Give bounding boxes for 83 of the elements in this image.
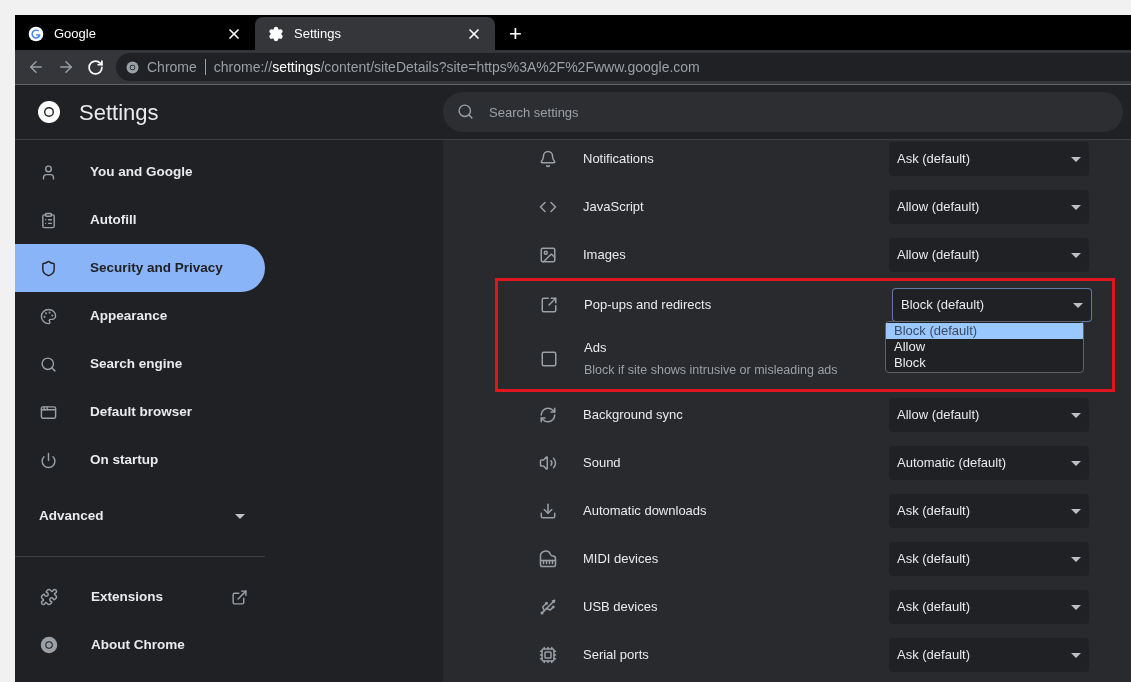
search-field[interactable]: Search settings <box>443 92 1123 132</box>
usb-icon <box>539 598 557 616</box>
permission-select[interactable]: Ask (default) <box>889 542 1089 576</box>
back-icon[interactable] <box>27 58 45 76</box>
permission-label: USB devices <box>583 598 658 617</box>
caret-icon <box>1071 412 1081 418</box>
caret-icon <box>1071 156 1081 162</box>
reload-icon[interactable] <box>87 58 104 76</box>
caret-icon <box>1071 460 1081 466</box>
permission-label: Images <box>583 246 626 265</box>
forward-icon[interactable] <box>57 58 75 76</box>
permission-select[interactable]: Ask (default) <box>889 142 1089 176</box>
chrome-logo-icon <box>40 636 58 654</box>
power-icon <box>40 451 57 469</box>
advanced-toggle[interactable]: Advanced <box>15 492 265 540</box>
permission-label: MIDI devices <box>583 550 659 569</box>
page-title: Settings <box>79 98 159 127</box>
sidebar-item[interactable]: Autofill <box>15 196 265 244</box>
window-icon <box>540 350 558 368</box>
chip-icon <box>539 646 557 664</box>
person-icon <box>40 163 57 181</box>
dropdown-option[interactable]: Block (default) <box>886 323 1083 339</box>
permission-label: Serial ports <box>583 646 649 665</box>
palette-icon <box>40 307 57 325</box>
sidebar-item[interactable]: Extensions <box>15 573 265 621</box>
download-icon <box>539 502 557 520</box>
caret-icon <box>1073 302 1083 308</box>
permission-select[interactable]: Ask (default) <box>889 638 1089 672</box>
url-text: chrome://settings/content/siteDetails?site=https%3A%2F%2Fwww.google.com <box>213 57 700 77</box>
speaker-icon <box>539 454 557 472</box>
sidebar-item[interactable]: Search engine <box>15 340 265 388</box>
browser-window-icon <box>40 403 57 421</box>
sidebar-item[interactable]: Appearance <box>15 292 265 340</box>
gear-icon <box>268 25 284 42</box>
permission-select[interactable]: Automatic (default) <box>889 446 1089 480</box>
tab-title: Google <box>54 24 97 43</box>
g-logo-icon <box>28 25 44 42</box>
permission-label: Background sync <box>583 406 683 425</box>
caret-icon <box>1071 252 1081 258</box>
permission-select[interactable]: Block (default) <box>892 288 1092 322</box>
sidebar-item[interactable]: You and Google <box>15 148 265 196</box>
sidebar-item[interactable]: Security and Privacy <box>15 244 265 292</box>
search-icon <box>457 103 474 120</box>
puzzle-icon <box>40 588 58 606</box>
caret-icon <box>1071 556 1081 562</box>
dropdown-option[interactable]: Allow <box>886 339 1083 355</box>
sync-icon <box>539 406 557 424</box>
dropdown-option[interactable]: Block <box>886 355 1083 371</box>
caret-icon <box>235 513 245 519</box>
permission-label: Notifications <box>583 150 654 169</box>
clipboard-icon <box>40 211 57 229</box>
bell-icon <box>539 150 557 168</box>
caret-icon <box>1071 508 1081 514</box>
external-link-icon <box>231 588 248 606</box>
origin-label: Chrome <box>147 57 197 77</box>
permission-label: Ads <box>584 339 607 358</box>
address-bar[interactable]: Chrome chrome://settings/content/siteDetails?site=https%3A%2F%2Fwww.google.com <box>116 53 1131 81</box>
permission-label: Sound <box>583 454 621 473</box>
permission-select[interactable]: Allow (default) <box>889 238 1089 272</box>
caret-icon <box>1071 204 1081 210</box>
search-icon <box>40 355 57 373</box>
permission-select[interactable]: Allow (default) <box>889 190 1089 224</box>
new-tab-button[interactable]: + <box>495 17 536 50</box>
caret-icon <box>1071 652 1081 658</box>
chrome-logo-icon <box>37 100 61 124</box>
permission-label: Automatic downloads <box>583 502 707 521</box>
permission-select[interactable]: Allow (default) <box>889 398 1089 432</box>
permission-label: JavaScript <box>583 198 644 217</box>
caret-icon <box>1071 604 1081 610</box>
sidebar-item[interactable]: Default browser <box>15 388 265 436</box>
image-icon <box>539 246 557 264</box>
piano-icon <box>539 550 557 568</box>
sidebar-item[interactable]: About Chrome <box>15 621 265 669</box>
permission-select[interactable]: Ask (default) <box>889 494 1089 528</box>
sidebar-item[interactable]: On startup <box>15 436 265 484</box>
tab-title: Settings <box>294 24 342 43</box>
permission-description: Block if site shows intrusive or misleading ads <box>584 361 838 379</box>
permission-select[interactable]: Ask (default) <box>889 590 1089 624</box>
external-link-icon <box>540 296 558 314</box>
browser-tab[interactable]: Settings <box>255 17 495 50</box>
shield-icon <box>40 259 57 277</box>
permission-label: Pop-ups and redirects <box>584 296 712 315</box>
chrome-logo-icon <box>126 60 139 74</box>
